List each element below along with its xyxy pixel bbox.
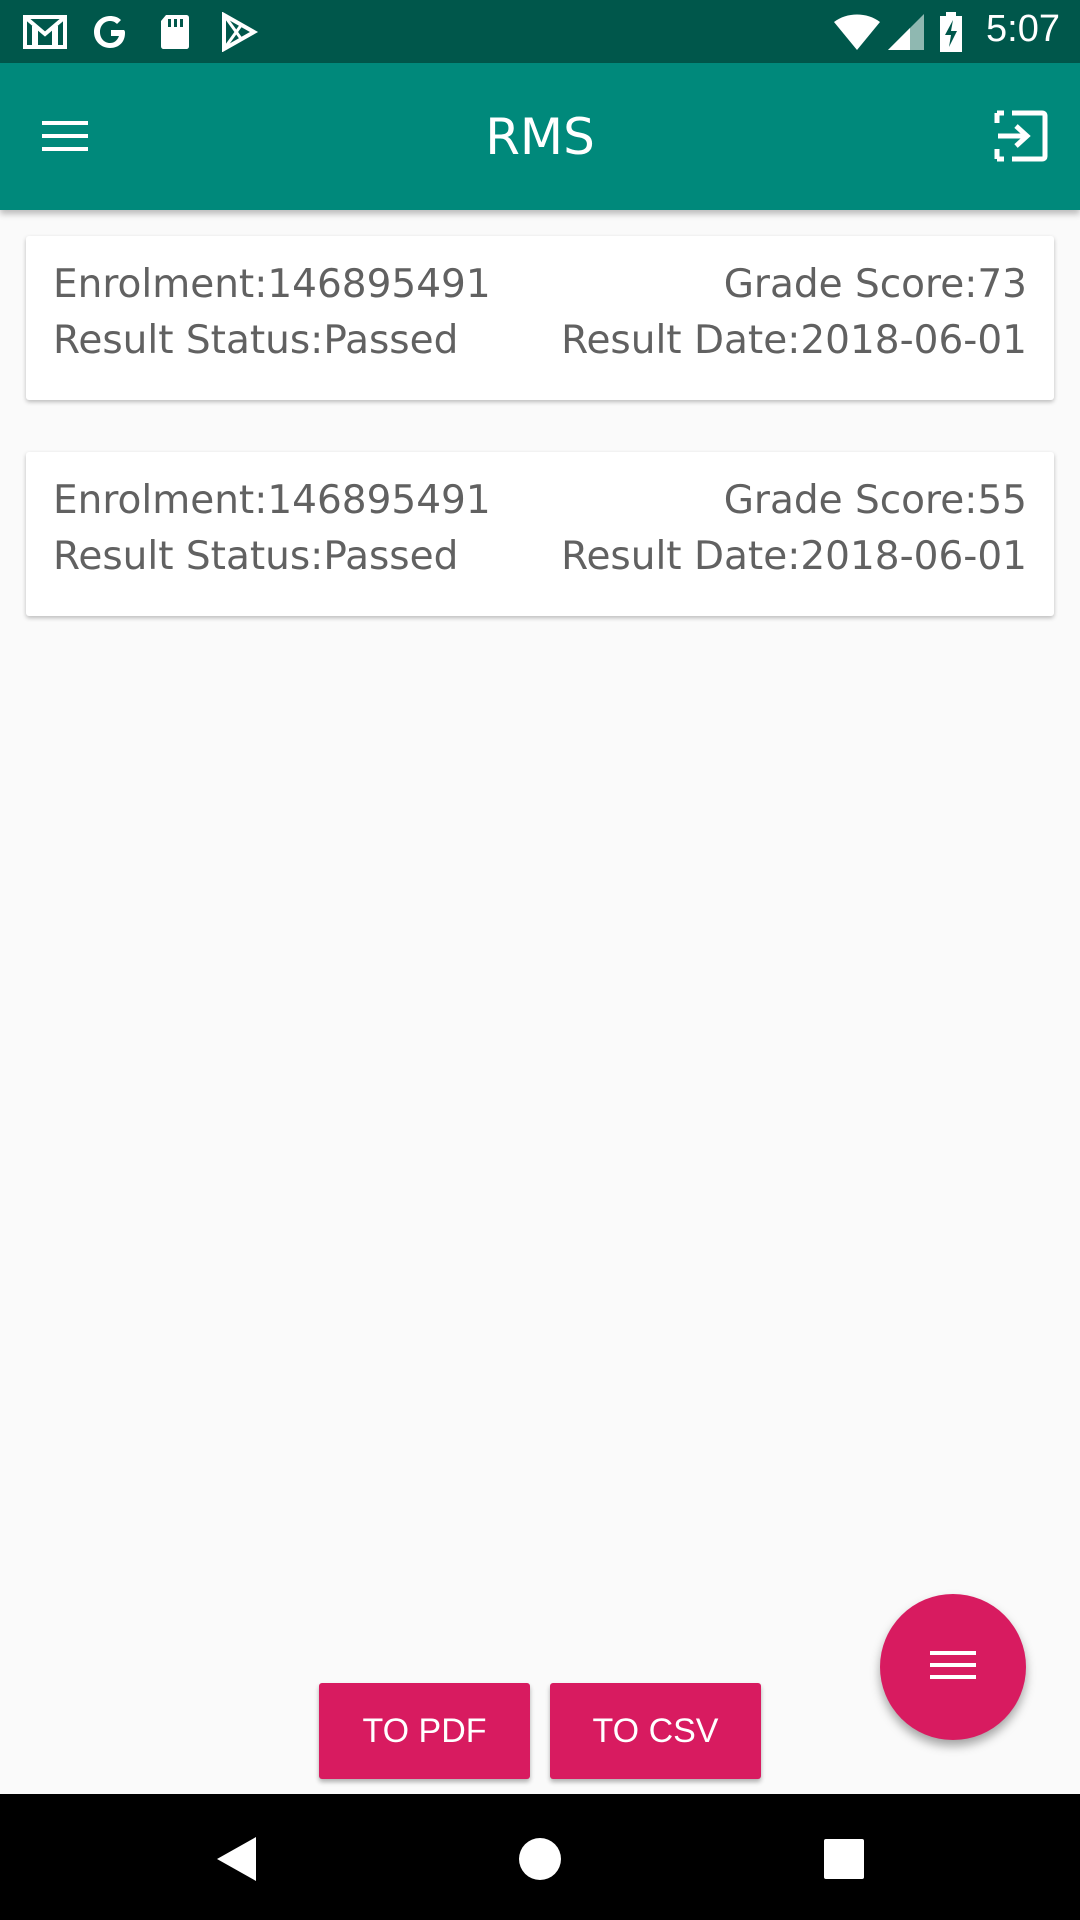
- system-nav-bar: [0, 1794, 1080, 1920]
- to-csv-button[interactable]: TO CSV: [550, 1683, 761, 1779]
- result-status-label: Result Status:Passed: [53, 534, 459, 579]
- sd-card-icon: [161, 15, 189, 49]
- grade-score-label: Grade Score:55: [723, 478, 1027, 523]
- signal-icon: [888, 14, 924, 50]
- enrolment-label: Enrolment:146895491: [53, 478, 491, 523]
- enrolment-label: Enrolment:146895491: [53, 262, 491, 307]
- result-card[interactable]: Enrolment:146895491 Grade Score:73 Resul…: [26, 236, 1054, 400]
- google-icon: [94, 16, 125, 48]
- wifi-icon: [834, 14, 880, 50]
- app-title: RMS: [485, 108, 595, 166]
- recents-icon[interactable]: [809, 1824, 879, 1894]
- to-pdf-button[interactable]: TO PDF: [319, 1683, 530, 1779]
- play-store-icon: [222, 12, 259, 52]
- battery-charging-icon: [940, 12, 962, 52]
- result-date-label: Result Date:2018-06-01: [561, 534, 1027, 579]
- app-bar: RMS: [0, 63, 1080, 210]
- home-icon[interactable]: [505, 1824, 575, 1894]
- result-status-label: Result Status:Passed: [53, 318, 459, 363]
- result-date-label: Result Date:2018-06-01: [561, 318, 1027, 363]
- status-bar: 5:07: [0, 0, 1080, 63]
- result-card[interactable]: Enrolment:146895491 Grade Score:55 Resul…: [26, 452, 1054, 616]
- menu-icon: [930, 1651, 976, 1679]
- status-time: 5:07: [986, 8, 1060, 50]
- gmail-icon: [23, 15, 67, 49]
- grade-score-label: Grade Score:73: [723, 262, 1027, 307]
- exit-icon[interactable]: [992, 107, 1050, 165]
- fab-menu-button[interactable]: [880, 1594, 1026, 1740]
- back-icon[interactable]: [202, 1824, 272, 1894]
